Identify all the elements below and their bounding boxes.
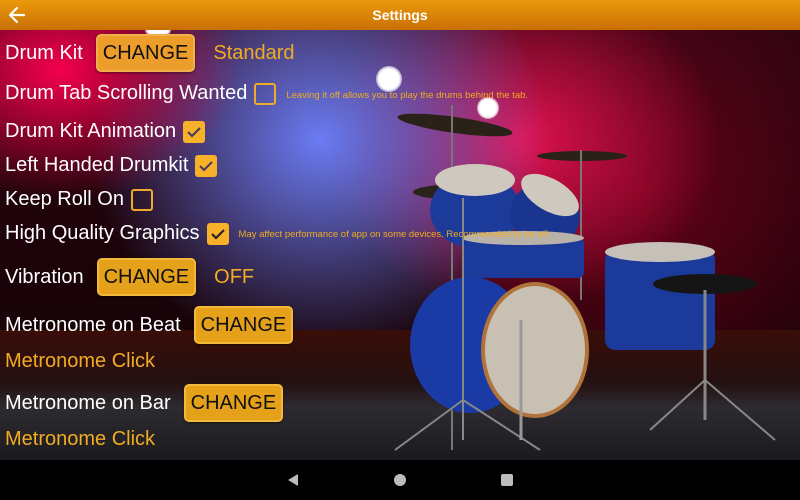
- metronome-beat-value: Metronome Click: [5, 350, 156, 372]
- drum-tab-scrolling-hint: Leaving it off allows you to play the dr…: [286, 90, 529, 101]
- drum-kit-change-button[interactable]: CHANGE: [95, 34, 196, 72]
- nav-recents-button[interactable]: [497, 470, 517, 490]
- drum-tab-scrolling-label: Drum Tab Scrolling Wanted: [5, 82, 248, 104]
- keep-roll-on-label: Keep Roll On: [5, 188, 124, 210]
- metronome-bar-change-button[interactable]: CHANGE: [183, 384, 284, 422]
- metronome-beat-label: Metronome on Beat: [5, 313, 181, 336]
- drum-kit-label: Drum Kit: [5, 41, 83, 64]
- high-quality-graphics-checkbox[interactable]: [206, 222, 229, 245]
- checkmark-icon: [210, 228, 225, 240]
- left-handed-checkbox[interactable]: [195, 154, 218, 177]
- checkmark-icon: [187, 126, 201, 138]
- metronome-bar-label: Metronome on Bar: [5, 391, 171, 414]
- drum-kit-animation-checkbox[interactable]: [183, 120, 206, 143]
- app-bar: Settings: [0, 0, 800, 30]
- metronome-beat-change-button[interactable]: CHANGE: [193, 306, 294, 344]
- setting-drum-kit: Drum Kit CHANGE Standard: [5, 34, 295, 72]
- nav-home-icon: [394, 474, 406, 486]
- back-button[interactable]: [6, 4, 28, 26]
- setting-drum-tab-scrolling: Drum Tab Scrolling Wanted Leaving it off…: [5, 82, 528, 105]
- system-nav-bar: [0, 460, 800, 500]
- nav-back-button[interactable]: [283, 470, 303, 490]
- vibration-value: OFF: [214, 265, 255, 288]
- settings-list: Drum Kit CHANGE Standard Drum Tab Scroll…: [0, 30, 800, 460]
- nav-home-button[interactable]: [390, 470, 410, 490]
- metronome-beat-value-row: Metronome Click: [5, 350, 155, 373]
- vibration-change-button[interactable]: CHANGE: [96, 258, 197, 296]
- drum-kit-value: Standard: [213, 41, 295, 64]
- high-quality-graphics-label: High Quality Graphics: [5, 222, 200, 244]
- setting-high-quality-graphics: High Quality Graphics May affect perform…: [5, 222, 550, 245]
- setting-metronome-bar: Metronome on Bar CHANGE: [5, 384, 284, 422]
- left-handed-label: Left Handed Drumkit: [5, 154, 189, 176]
- setting-drum-kit-animation: Drum Kit Animation: [5, 120, 206, 143]
- setting-left-handed: Left Handed Drumkit: [5, 154, 218, 177]
- page-title: Settings: [372, 7, 428, 23]
- arrow-left-icon: [8, 6, 26, 24]
- drum-kit-animation-label: Drum Kit Animation: [5, 120, 177, 142]
- high-quality-graphics-hint: May affect performance of app on some de…: [238, 229, 551, 240]
- keep-roll-on-checkbox[interactable]: [130, 188, 153, 211]
- setting-vibration: Vibration CHANGE OFF: [5, 258, 254, 296]
- setting-keep-roll-on: Keep Roll On: [5, 188, 153, 211]
- metronome-bar-value-row: Metronome Click: [5, 428, 155, 451]
- nav-recents-icon: [501, 474, 513, 486]
- checkmark-icon: [199, 160, 214, 172]
- nav-back-icon: [288, 474, 298, 486]
- setting-metronome-beat: Metronome on Beat CHANGE: [5, 306, 294, 344]
- metronome-bar-value: Metronome Click: [5, 428, 156, 450]
- vibration-label: Vibration: [5, 265, 84, 288]
- drum-tab-scrolling-checkbox[interactable]: [254, 82, 277, 105]
